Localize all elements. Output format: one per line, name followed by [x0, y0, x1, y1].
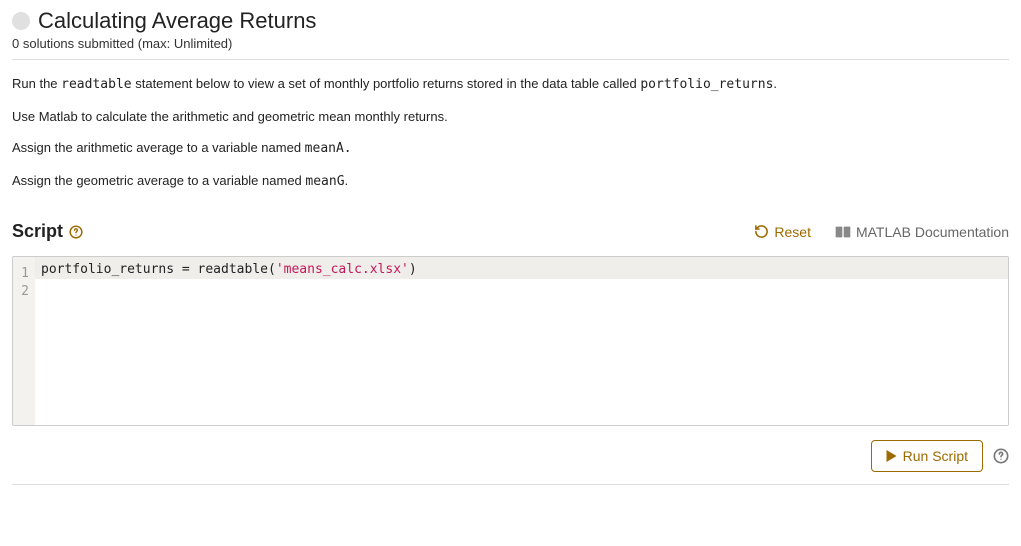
editor-code-area[interactable]: portfolio_returns = readtable('means_cal…: [35, 257, 1008, 425]
line-number: 2: [17, 283, 29, 301]
code-readtable: readtable: [61, 77, 131, 92]
page-header: Calculating Average Returns: [12, 8, 1009, 34]
bottom-divider: [12, 484, 1009, 485]
script-heading: Script: [12, 221, 83, 242]
instruction-line-4: Assign the geometric average to a variab…: [12, 171, 1009, 192]
run-script-label: Run Script: [903, 448, 968, 464]
editor-gutter: 1 2: [13, 257, 35, 425]
string-literal: 'means_calc.xlsx': [276, 262, 409, 277]
instruction-line-3: Assign the arithmetic average to a varia…: [12, 138, 1009, 159]
reset-label: Reset: [774, 224, 811, 240]
instructions-block: Run the readtable statement below to vie…: [12, 74, 1009, 191]
code-meanG: meanG: [305, 174, 344, 189]
divider: [12, 59, 1009, 60]
matlab-docs-link[interactable]: MATLAB Documentation: [835, 224, 1009, 240]
code-editor[interactable]: 1 2 portfolio_returns = readtable('means…: [12, 256, 1009, 426]
help-icon[interactable]: [69, 225, 83, 239]
matlab-docs-label: MATLAB Documentation: [856, 224, 1009, 240]
code-line-1: portfolio_returns = readtable('means_cal…: [35, 257, 1008, 279]
code-line-2: [35, 279, 1008, 297]
instruction-line-2: Use Matlab to calculate the arithmetic a…: [12, 107, 1009, 127]
run-script-button[interactable]: Run Script: [871, 440, 983, 472]
page-title: Calculating Average Returns: [38, 8, 316, 34]
code-meanA: meanA.: [305, 141, 352, 156]
instruction-line-1: Run the readtable statement below to vie…: [12, 74, 1009, 95]
line-number: 1: [17, 261, 29, 283]
solutions-subtitle: 0 solutions submitted (max: Unlimited): [12, 36, 1009, 51]
status-dot-icon: [12, 12, 30, 30]
script-section-header: Script Reset MATLAB Documentation: [12, 221, 1009, 242]
code-portfolio-returns: portfolio_returns: [640, 77, 773, 92]
reset-button[interactable]: Reset: [754, 224, 811, 240]
run-help-icon[interactable]: [993, 448, 1009, 464]
